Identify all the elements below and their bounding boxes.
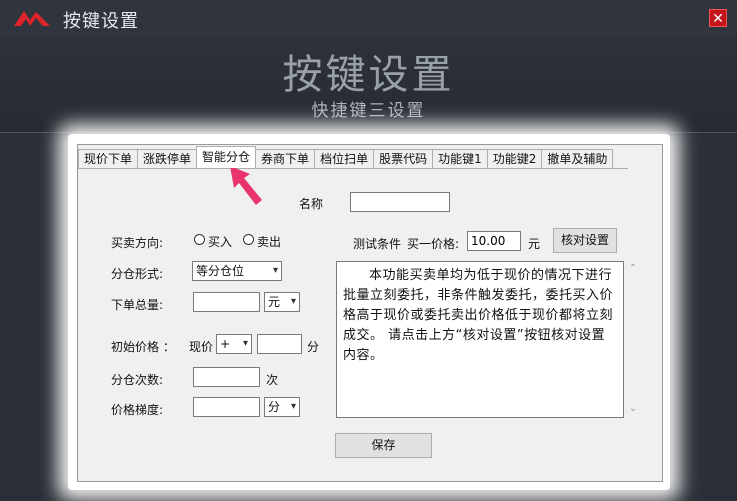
price-operator-select[interactable]: + ▾ (216, 334, 252, 354)
tab-function-key-1[interactable]: 功能键1 (432, 149, 488, 168)
test-condition-label: 测试条件 (353, 237, 402, 251)
price-operator-value: + (220, 337, 231, 351)
split-count-label: 分仓次数: (111, 373, 164, 387)
split-count-unit: 次 (266, 373, 279, 387)
total-unit-value: 元 (268, 295, 281, 309)
title-bar: 按键设置 ✕ (0, 0, 737, 36)
price-step-unit-value: 分 (268, 400, 281, 414)
initial-price-label: 初始价格 ： (111, 340, 175, 354)
page-subtitle: 快捷键三设置 (311, 101, 426, 121)
name-label: 名称 (299, 197, 324, 211)
split-form-label: 分仓形式: (111, 267, 164, 281)
initial-price-unit: 分 (307, 340, 320, 354)
price-step-input[interactable] (193, 397, 260, 417)
save-button[interactable]: 保存 (335, 433, 432, 458)
buy-label: 买入 (208, 235, 233, 249)
tab-smart-split[interactable]: 智能分仓 (196, 146, 257, 168)
description-box: 本功能买卖单均为低于现价的情况下进行批量立刻委托，非条件触发委托，委托买入价格高… (336, 261, 624, 418)
test-price-label: 买一价格: (407, 237, 460, 251)
close-button[interactable]: ✕ (709, 9, 727, 27)
direction-label: 买卖方向: (111, 236, 164, 250)
test-price-unit: 元 (528, 237, 541, 251)
name-input[interactable] (350, 192, 450, 212)
tab-broker-order[interactable]: 券商下单 (255, 149, 316, 168)
price-step-unit-select[interactable]: 分 ▾ (264, 397, 300, 417)
app-logo-icon (14, 11, 50, 26)
scroll-up-icon[interactable]: ⌃ (626, 263, 640, 274)
sell-label: 卖出 (257, 235, 282, 249)
tab-divider (78, 168, 628, 169)
verify-settings-button[interactable]: 核对设置 (553, 228, 617, 253)
tab-stock-code[interactable]: 股票代码 (373, 149, 434, 168)
close-icon: ✕ (712, 11, 724, 27)
price-step-label: 价格梯度: (111, 403, 164, 417)
initial-price-input[interactable] (257, 334, 302, 354)
chevron-down-icon: ▾ (290, 296, 296, 307)
sell-radio[interactable] (243, 234, 254, 245)
tab-level-sweep[interactable]: 档位扫单 (314, 149, 375, 168)
tab-market-order[interactable]: 现价下单 (78, 149, 139, 168)
total-unit-select[interactable]: 元 ▾ (264, 292, 300, 312)
total-label: 下单总量: (111, 298, 164, 312)
total-input[interactable] (193, 292, 260, 312)
settings-panel: 现价下单 涨跌停单 智能分仓 券商下单 档位扫单 股票代码 功能键1 功能键2 … (68, 134, 670, 490)
initial-price-base: 现价 (189, 340, 214, 354)
tab-strip: 现价下单 涨跌停单 智能分仓 券商下单 档位扫单 股票代码 功能键1 功能键2 … (78, 146, 614, 168)
chevron-down-icon: ▾ (242, 338, 248, 349)
tab-limit-order[interactable]: 涨跌停单 (137, 149, 198, 168)
chevron-down-icon: ▾ (272, 265, 278, 276)
buy-radio[interactable] (194, 234, 205, 245)
tab-container: 现价下单 涨跌停单 智能分仓 券商下单 档位扫单 股票代码 功能键1 功能键2 … (77, 144, 663, 482)
tab-cancel-assist[interactable]: 撤单及辅助 (541, 149, 614, 168)
scroll-down-icon[interactable]: ⌄ (626, 403, 640, 414)
test-price-input[interactable] (467, 231, 521, 251)
tab-function-key-2[interactable]: 功能键2 (486, 149, 543, 168)
chevron-down-icon: ▾ (290, 401, 296, 412)
split-form-value: 等分仓位 (196, 264, 245, 278)
split-count-input[interactable] (193, 367, 260, 387)
header-banner: 按键设置 快捷键三设置 (0, 36, 737, 133)
window-title: 按键设置 (63, 11, 139, 32)
split-form-select[interactable]: 等分仓位 ▾ (192, 261, 282, 281)
page-title: 按键设置 (282, 52, 455, 98)
